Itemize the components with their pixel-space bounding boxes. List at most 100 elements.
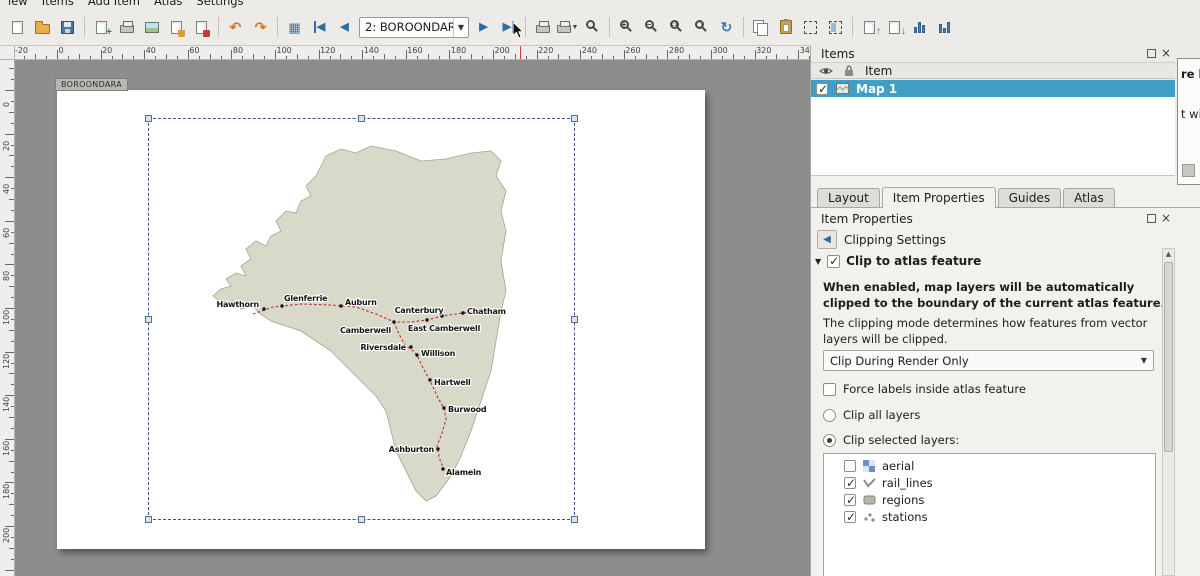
new-layout-button[interactable]: [5, 15, 30, 40]
menu-item-items[interactable]: Items: [35, 0, 81, 9]
force-labels-checkbox[interactable]: [823, 383, 836, 396]
selection-handle[interactable]: [145, 115, 152, 122]
menu-item-iew[interactable]: iew: [1, 0, 35, 9]
add-pages-button[interactable]: +: [89, 15, 114, 40]
raise-items-button[interactable]: ↑: [857, 15, 882, 40]
paste-items-button[interactable]: [773, 15, 798, 40]
ruler-tick: [9, 68, 14, 69]
ruler-tick: [11, 166, 14, 167]
layer-checkbox-stations[interactable]: [844, 511, 856, 523]
selection-handle[interactable]: [358, 516, 365, 523]
ruler-tick: [776, 54, 777, 59]
next-feature-button[interactable]: ▶: [471, 15, 496, 40]
map-item[interactable]: HawthornGlenferrieAuburnCamberwellEast C…: [148, 118, 575, 520]
new-layout-icon: [12, 21, 23, 34]
zoom-full-button[interactable]: □: [689, 15, 714, 40]
menu-item-add-item[interactable]: Add Item: [81, 0, 147, 9]
redo-button[interactable]: ↷: [248, 15, 273, 40]
ruler-tick: [569, 56, 570, 59]
ruler-tick: [9, 504, 14, 505]
ruler-tick: [79, 54, 80, 59]
combo-dropdown-arrow[interactable]: ▼: [453, 18, 468, 37]
station-label-glenferrie: Glenferrie: [284, 294, 328, 303]
close-panel-icon[interactable]: ×: [1161, 214, 1171, 223]
open-folder-button[interactable]: [30, 15, 55, 40]
tab-atlas[interactable]: Atlas: [1063, 188, 1115, 207]
previous-feature-button[interactable]: ◀: [332, 15, 357, 40]
menu-item-atlas[interactable]: Atlas: [147, 0, 189, 9]
undo-button[interactable]: ↶: [223, 15, 248, 40]
print-atlas-button[interactable]: [530, 15, 555, 40]
distribute-items-button[interactable]: [932, 15, 957, 40]
layer-row-stations[interactable]: stations: [824, 508, 1155, 525]
export-atlas-icon: ▼: [557, 21, 579, 33]
zoom-in-icon: +: [619, 19, 635, 35]
selection-handle[interactable]: [145, 516, 152, 523]
clip-mode-dropdown[interactable]: Clip During Render Only ▼: [823, 350, 1154, 371]
ruler-tick: [744, 56, 745, 59]
ruler-number: 80: [2, 271, 11, 281]
scroll-up-icon[interactable]: ▲: [1163, 249, 1174, 260]
item-visibility-checkbox[interactable]: [816, 83, 828, 95]
ruler-tick: [5, 439, 14, 440]
select-all-button[interactable]: [798, 15, 823, 40]
layer-checkbox-rail-lines[interactable]: [844, 477, 856, 489]
selection-handle[interactable]: [358, 115, 365, 122]
cropped-panel: re le t wil: [1177, 58, 1200, 185]
scrollbar[interactable]: ▲: [1162, 248, 1175, 576]
tab-guides[interactable]: Guides: [998, 188, 1062, 207]
selection-handle[interactable]: [571, 516, 578, 523]
clip-to-atlas-checkbox[interactable]: [827, 255, 840, 268]
print-button[interactable]: [114, 15, 139, 40]
invert-selection-button[interactable]: [823, 15, 848, 40]
export-image-button[interactable]: [139, 15, 164, 40]
close-panel-icon[interactable]: ×: [1161, 49, 1171, 58]
export-pdf-button[interactable]: [189, 15, 214, 40]
scrollbar-thumb[interactable]: [1164, 262, 1173, 452]
refresh-view-button[interactable]: ↻: [714, 15, 739, 40]
item-row-map-1[interactable]: Map 1: [811, 80, 1175, 97]
selection-handle[interactable]: [145, 316, 152, 323]
save-button[interactable]: [55, 15, 80, 40]
ruler-tick: [548, 56, 549, 59]
export-svg-button[interactable]: [164, 15, 189, 40]
tab-item-properties[interactable]: Item Properties: [882, 187, 996, 208]
zoom-out-button[interactable]: −: [639, 15, 664, 40]
tab-layout[interactable]: Layout: [817, 188, 880, 207]
zoom-actual-button[interactable]: 1:1: [664, 15, 689, 40]
float-panel-icon[interactable]: [1147, 49, 1156, 58]
clip-all-layers-radio[interactable]: [823, 409, 836, 422]
zoom-in-button[interactable]: +: [614, 15, 639, 40]
chevron-down-icon[interactable]: ▼: [1135, 356, 1153, 365]
first-feature-button[interactable]: ◀: [307, 15, 332, 40]
item-properties-panel: Item Properties × ◀ Clipping Settings ▼ …: [811, 207, 1200, 576]
layer-checkbox-aerial[interactable]: [844, 460, 856, 472]
layer-row-aerial[interactable]: aerial: [824, 457, 1155, 474]
station-marker-alamein: [441, 467, 444, 470]
ruler-tick: [297, 54, 298, 59]
print-icon: [120, 21, 134, 33]
layer-row-regions[interactable]: regions: [824, 491, 1155, 508]
preview-atlas-button[interactable]: [580, 15, 605, 40]
selection-handle[interactable]: [571, 115, 578, 122]
atlas-feature-combo[interactable]: 2: BOROONDARA▼: [359, 17, 469, 38]
menu-item-settings[interactable]: Settings: [189, 0, 250, 9]
float-panel-icon[interactable]: [1147, 214, 1156, 223]
copy-items-button[interactable]: [748, 15, 773, 40]
lower-items-icon: ↓: [889, 21, 900, 34]
ruler-tick: [199, 56, 200, 59]
ruler-number: 200: [495, 46, 510, 55]
collapse-arrow-icon[interactable]: ▼: [815, 257, 821, 266]
print-atlas-icon: [536, 21, 550, 33]
selection-handle[interactable]: [571, 316, 578, 323]
lower-items-button[interactable]: ↓: [882, 15, 907, 40]
back-button[interactable]: ◀: [817, 230, 837, 249]
clip-to-atlas-label: Clip to atlas feature: [846, 254, 981, 268]
layout-canvas[interactable]: BOROONDARA HawthornGlenferrieAuburnCambe…: [15, 60, 810, 576]
clip-selected-layers-radio[interactable]: [823, 434, 836, 447]
align-items-button[interactable]: [907, 15, 932, 40]
layer-checkbox-regions[interactable]: [844, 494, 856, 506]
atlas-settings-button[interactable]: ▦: [282, 15, 307, 40]
layer-row-rail-lines[interactable]: rail_lines: [824, 474, 1155, 491]
export-atlas-button[interactable]: ▼: [555, 15, 580, 40]
